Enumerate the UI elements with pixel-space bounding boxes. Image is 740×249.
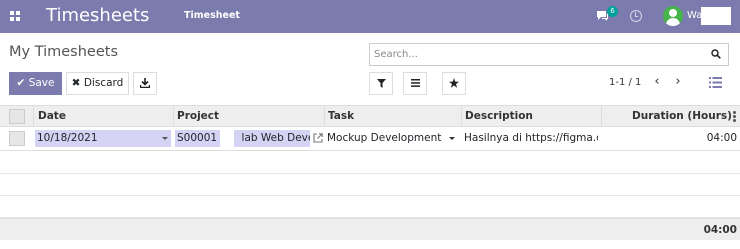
app-name[interactable]: Timesheets bbox=[46, 5, 149, 27]
column-divider bbox=[601, 106, 602, 126]
search-icon[interactable] bbox=[711, 49, 721, 59]
project-field[interactable]: S00001 - lab Web Develo bbox=[175, 130, 310, 147]
discard-label: Discard bbox=[83, 77, 124, 89]
star-icon bbox=[449, 78, 459, 88]
user-name-redaction bbox=[701, 7, 731, 25]
filter-icon bbox=[376, 79, 386, 88]
task-dropdown-icon[interactable] bbox=[449, 137, 455, 140]
date-dropdown-icon[interactable] bbox=[162, 137, 168, 140]
save-label: Save bbox=[28, 77, 55, 89]
table-row[interactable]: 10/18/2021 S00001 - lab Web Develo Mocku… bbox=[0, 127, 740, 151]
column-header-description[interactable]: Description bbox=[465, 106, 533, 126]
menu-timesheet[interactable]: Timesheet bbox=[184, 10, 240, 21]
search-box[interactable] bbox=[369, 43, 729, 66]
empty-row bbox=[0, 152, 740, 174]
page-title: My Timesheets bbox=[9, 44, 119, 60]
optional-columns-icon[interactable] bbox=[733, 111, 736, 122]
top-navbar: Timesheets Timesheet 6 Wa bbox=[0, 0, 740, 33]
row-checkbox[interactable] bbox=[9, 131, 25, 146]
pager-next-icon[interactable]: › bbox=[672, 74, 684, 90]
check-icon: ✔ bbox=[16, 77, 26, 89]
column-divider bbox=[461, 106, 462, 126]
description-field[interactable]: Hasilnya di https://figma.com bbox=[464, 130, 598, 147]
project-redaction bbox=[220, 130, 234, 147]
select-all-checkbox[interactable] bbox=[9, 109, 25, 124]
group-by-icon bbox=[410, 79, 420, 87]
save-button[interactable]: ✔ Save bbox=[9, 72, 62, 95]
download-button[interactable] bbox=[133, 72, 157, 95]
duration-total: 04:00 bbox=[703, 224, 737, 236]
external-link-icon[interactable] bbox=[313, 133, 323, 143]
group-by-button[interactable] bbox=[403, 72, 427, 95]
pager-previous-icon[interactable]: ‹ bbox=[651, 74, 663, 90]
filters-button[interactable] bbox=[369, 72, 393, 95]
column-header-project[interactable]: Project bbox=[177, 106, 219, 126]
user-avatar[interactable] bbox=[663, 6, 683, 26]
column-divider bbox=[173, 106, 174, 126]
table-footer: 04:00 bbox=[0, 218, 740, 240]
project-name: lab Web Develo bbox=[241, 132, 310, 144]
chat-count-badge: 6 bbox=[607, 6, 618, 17]
column-divider bbox=[324, 106, 325, 126]
list-view-icon[interactable] bbox=[709, 77, 722, 88]
duration-field[interactable]: 04:00 bbox=[660, 130, 737, 147]
activity-clock-icon[interactable] bbox=[630, 10, 642, 22]
empty-row bbox=[0, 174, 740, 196]
table-header: Date Project Task Description Duration (… bbox=[0, 105, 740, 127]
column-header-duration[interactable]: Duration (Hours) bbox=[632, 106, 732, 126]
download-icon bbox=[139, 78, 151, 89]
column-divider bbox=[33, 106, 34, 126]
discard-button[interactable]: ✖ Discard bbox=[66, 72, 129, 95]
column-header-task[interactable]: Task bbox=[328, 106, 354, 126]
column-header-date[interactable]: Date bbox=[38, 106, 66, 126]
task-field[interactable]: Mockup Development bbox=[327, 130, 451, 147]
date-field[interactable]: 10/18/2021 bbox=[35, 130, 171, 147]
close-icon: ✖ bbox=[71, 77, 81, 89]
search-input[interactable] bbox=[374, 47, 704, 62]
empty-row bbox=[0, 196, 740, 218]
apps-menu-icon[interactable] bbox=[10, 11, 20, 21]
pager-value[interactable]: 1-1 / 1 bbox=[609, 77, 641, 88]
favorites-button[interactable] bbox=[442, 72, 466, 95]
